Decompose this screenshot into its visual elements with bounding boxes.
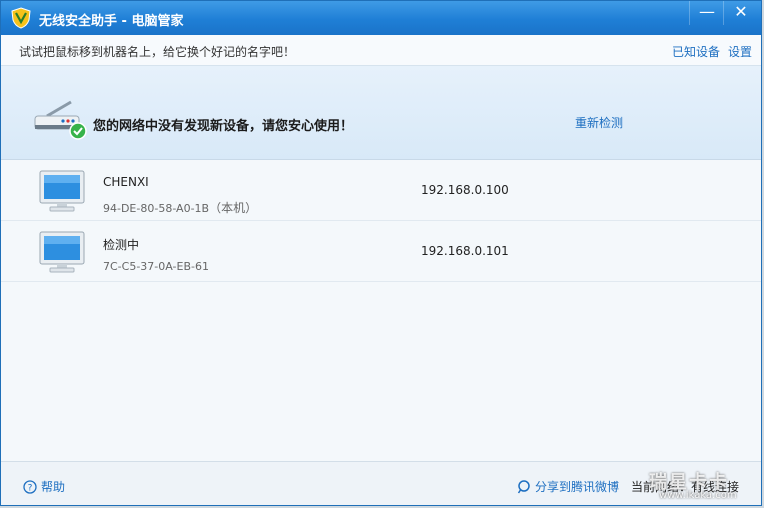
main-window: 无线安全助手 - 电脑管家 — ✕ 试试把鼠标移到机器名上，给它换个好记的名字吧… bbox=[0, 0, 762, 506]
device-mac-value: 7C-C5-37-0A-EB-61 bbox=[103, 260, 209, 273]
recheck-link[interactable]: 重新检测 bbox=[575, 114, 623, 131]
check-badge-icon bbox=[69, 122, 87, 140]
device-mac-value: 94-DE-80-58-A0-1B bbox=[103, 202, 210, 215]
device-ip: 192.168.0.101 bbox=[421, 244, 509, 258]
share-weibo-link[interactable]: 分享到腾讯微博 bbox=[517, 478, 619, 495]
status-banner: 您的网络中没有发现新设备，请您安心使用！ 重新检测 bbox=[1, 66, 761, 160]
monitor-icon bbox=[39, 231, 85, 273]
device-tag: （本机） bbox=[209, 201, 258, 215]
help-icon: ? bbox=[23, 480, 37, 494]
minimize-button[interactable]: — bbox=[689, 1, 724, 25]
monitor-icon bbox=[39, 170, 85, 212]
device-row[interactable]: 检测中 7C-C5-37-0A-EB-61 192.168.0.101 bbox=[1, 221, 761, 282]
hint-bar: 试试把鼠标移到机器名上，给它换个好记的名字吧！ 已知设备 设置 bbox=[1, 35, 761, 66]
rename-hint: 试试把鼠标移到机器名上，给它换个好记的名字吧！ bbox=[19, 45, 296, 59]
svg-text:?: ? bbox=[28, 484, 33, 494]
close-button[interactable]: ✕ bbox=[723, 1, 758, 25]
weibo-icon bbox=[517, 480, 530, 494]
watermark-url: www.ikaka.com bbox=[659, 490, 737, 501]
device-name[interactable]: 检测中 bbox=[103, 236, 139, 253]
share-label: 分享到腾讯微博 bbox=[535, 480, 620, 494]
footer-bar: ? 帮助 分享到腾讯微博 当前网络：有线连接 瑞星卡卡 www.ikaka.co… bbox=[1, 461, 761, 505]
device-mac: 94-DE-80-58-A0-1B（本机） bbox=[103, 199, 257, 216]
device-ip: 192.168.0.100 bbox=[421, 183, 509, 197]
known-devices-link[interactable]: 已知设备 bbox=[672, 43, 720, 60]
device-mac: 7C-C5-37-0A-EB-61 bbox=[103, 260, 209, 273]
settings-link[interactable]: 设置 bbox=[728, 43, 752, 60]
window-title: 无线安全助手 - 电脑管家 bbox=[39, 14, 184, 29]
shield-logo-icon bbox=[11, 7, 31, 29]
device-list: CHENXI 94-DE-80-58-A0-1B（本机） 192.168.0.1… bbox=[1, 160, 761, 282]
help-link[interactable]: ? 帮助 bbox=[23, 478, 65, 495]
help-label: 帮助 bbox=[41, 480, 66, 494]
device-row[interactable]: CHENXI 94-DE-80-58-A0-1B（本机） 192.168.0.1… bbox=[1, 160, 761, 221]
title-bar: 无线安全助手 - 电脑管家 — ✕ bbox=[1, 1, 761, 35]
scan-result-message: 您的网络中没有发现新设备，请您安心使用！ bbox=[93, 119, 354, 134]
device-name[interactable]: CHENXI bbox=[103, 175, 149, 189]
